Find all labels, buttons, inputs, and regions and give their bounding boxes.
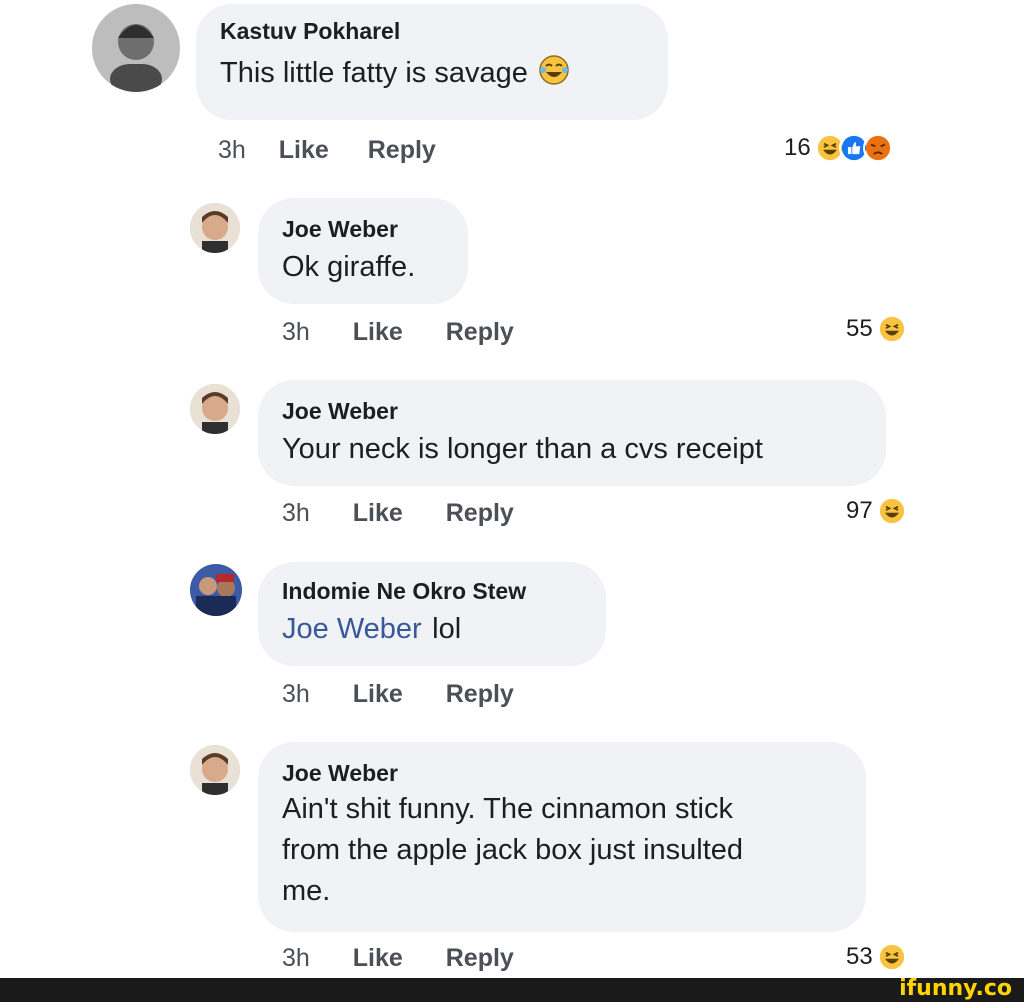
like-button[interactable]: Like — [353, 318, 403, 347]
comment-author[interactable]: Joe Weber — [282, 398, 886, 425]
watermark-bar: ifunny.co — [0, 976, 1024, 1002]
comment-actions: 3h Like Reply — [282, 318, 514, 347]
haha-icon — [876, 496, 907, 526]
avatar[interactable] — [190, 745, 240, 795]
avatar[interactable] — [190, 564, 242, 616]
comment-text-line: from the apple jack box just insulted — [282, 834, 744, 866]
comment-bubble: Joe Weber Ain't shit funny. The cinnamon… — [258, 742, 866, 932]
reply-button[interactable]: Reply — [446, 944, 514, 973]
comment-author[interactable]: Indomie Ne Okro Stew — [282, 578, 606, 605]
reaction-count: 55 — [846, 315, 873, 342]
comment-text: This little fatty is savage — [220, 57, 528, 89]
reaction-count: 97 — [846, 497, 873, 524]
reply-button[interactable]: Reply — [446, 318, 514, 347]
mention-link[interactable]: Joe Weber — [282, 613, 422, 645]
reaction-count: 53 — [846, 943, 873, 970]
comment-author[interactable]: Joe Weber — [282, 216, 468, 243]
comment-time[interactable]: 3h — [282, 318, 310, 347]
like-button[interactable]: Like — [353, 680, 403, 709]
avatar[interactable] — [190, 384, 240, 434]
comment-time[interactable]: 3h — [282, 499, 310, 528]
like-button[interactable]: Like — [353, 499, 403, 528]
comment-actions: 3h Like Reply — [282, 680, 514, 709]
reaction-summary[interactable]: 53 — [846, 942, 907, 972]
avatar[interactable] — [92, 4, 180, 92]
comment-time[interactable]: 3h — [282, 680, 310, 709]
reply-button[interactable]: Reply — [446, 680, 514, 709]
reaction-summary[interactable]: 16 — [784, 133, 893, 163]
comment-author[interactable]: Kastuv Pokharel — [220, 18, 668, 45]
haha-icon — [876, 314, 907, 344]
comment-author[interactable]: Joe Weber — [282, 760, 866, 787]
reaction-count: 16 — [784, 134, 811, 161]
like-button[interactable]: Like — [353, 944, 403, 973]
comment-text: lol — [432, 613, 462, 645]
angry-icon — [862, 133, 893, 163]
reply-button[interactable]: Reply — [368, 136, 436, 165]
haha-icon — [876, 942, 907, 972]
reaction-summary[interactable]: 55 — [846, 314, 907, 344]
like-button[interactable]: Like — [279, 136, 329, 165]
comment-actions: 3h Like Reply — [218, 136, 436, 165]
comment-bubble: Joe Weber Your neck is longer than a cvs… — [258, 380, 886, 486]
comment-text: Ok giraffe. — [282, 251, 416, 283]
avatar[interactable] — [190, 203, 240, 253]
comment-text-line: me. — [282, 875, 331, 907]
comment-bubble: Kastuv Pokharel This little fatty is sav… — [196, 4, 668, 120]
reply-button[interactable]: Reply — [446, 499, 514, 528]
comment-bubble: Joe Weber Ok giraffe. — [258, 198, 468, 304]
comment-actions: 3h Like Reply — [282, 944, 514, 973]
comment-actions: 3h Like Reply — [282, 499, 514, 528]
comment-bubble: Indomie Ne Okro Stew Joe Weber lol — [258, 562, 606, 666]
watermark-logo: ifunny.co — [899, 976, 1012, 1001]
reaction-summary[interactable]: 97 — [846, 496, 907, 526]
comment-time[interactable]: 3h — [282, 944, 310, 973]
laughing-tears-icon — [538, 54, 570, 86]
comment-text: Your neck is longer than a cvs receipt — [282, 433, 763, 465]
comment-text-line: Ain't shit funny. The cinnamon stick — [282, 793, 733, 825]
comment-time[interactable]: 3h — [218, 136, 246, 165]
